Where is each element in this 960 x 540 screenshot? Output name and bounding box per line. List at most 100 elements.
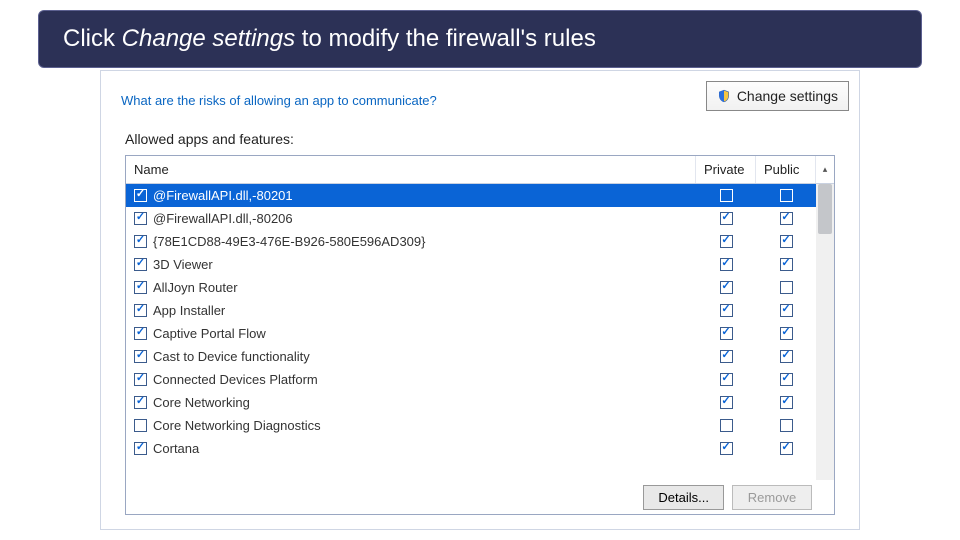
private-checkbox[interactable]	[720, 373, 733, 386]
row-name-cell: Core Networking Diagnostics	[126, 418, 696, 433]
public-checkbox[interactable]	[780, 396, 793, 409]
scrollbar-thumb[interactable]	[818, 184, 832, 234]
row-public-cell	[756, 235, 816, 248]
table-row[interactable]: @FirewallAPI.dll,-80201	[126, 184, 834, 207]
row-name-cell: Connected Devices Platform	[126, 372, 696, 387]
table-row[interactable]: 3D Viewer	[126, 253, 834, 276]
enable-checkbox[interactable]	[134, 212, 147, 225]
row-app-name: Core Networking	[153, 395, 250, 410]
row-app-name: @FirewallAPI.dll,-80201	[153, 188, 293, 203]
list-label: Allowed apps and features:	[125, 131, 294, 147]
public-checkbox[interactable]	[780, 258, 793, 271]
list-scrollbar[interactable]	[816, 184, 834, 480]
row-name-cell: Core Networking	[126, 395, 696, 410]
row-name-cell: App Installer	[126, 303, 696, 318]
table-row[interactable]: AllJoyn Router	[126, 276, 834, 299]
enable-checkbox[interactable]	[134, 189, 147, 202]
callout-suffix: to modify the firewall's rules	[295, 25, 596, 52]
column-name[interactable]: Name	[126, 156, 696, 183]
public-checkbox[interactable]	[780, 373, 793, 386]
enable-checkbox[interactable]	[134, 419, 147, 432]
table-row[interactable]: Cortana	[126, 437, 834, 460]
table-row[interactable]: Connected Devices Platform	[126, 368, 834, 391]
change-settings-label: Change settings	[737, 88, 838, 104]
callout-prefix: Click	[63, 25, 122, 52]
row-public-cell	[756, 396, 816, 409]
list-body: @FirewallAPI.dll,-80201 @FirewallAPI.dll,…	[126, 184, 834, 480]
enable-checkbox[interactable]	[134, 304, 147, 317]
table-row[interactable]: Core Networking	[126, 391, 834, 414]
row-public-cell	[756, 304, 816, 317]
risks-link[interactable]: What are the risks of allowing an app to…	[121, 93, 437, 108]
column-public[interactable]: Public	[756, 156, 816, 183]
row-app-name: Cortana	[153, 441, 199, 456]
row-app-name: @FirewallAPI.dll,-80206	[153, 211, 293, 226]
private-checkbox[interactable]	[720, 212, 733, 225]
enable-checkbox[interactable]	[134, 281, 147, 294]
table-row[interactable]: Captive Portal Flow	[126, 322, 834, 345]
row-private-cell	[696, 442, 756, 455]
enable-checkbox[interactable]	[134, 235, 147, 248]
change-settings-button[interactable]: Change settings	[706, 81, 849, 111]
row-private-cell	[696, 396, 756, 409]
public-checkbox[interactable]	[780, 350, 793, 363]
enable-checkbox[interactable]	[134, 327, 147, 340]
row-public-cell	[756, 327, 816, 340]
row-app-name: Captive Portal Flow	[153, 326, 266, 341]
private-checkbox[interactable]	[720, 350, 733, 363]
public-checkbox[interactable]	[780, 442, 793, 455]
public-checkbox[interactable]	[780, 189, 793, 202]
row-private-cell	[696, 281, 756, 294]
public-checkbox[interactable]	[780, 419, 793, 432]
row-app-name: AllJoyn Router	[153, 280, 238, 295]
enable-checkbox[interactable]	[134, 258, 147, 271]
row-public-cell	[756, 189, 816, 202]
enable-checkbox[interactable]	[134, 396, 147, 409]
row-private-cell	[696, 327, 756, 340]
public-checkbox[interactable]	[780, 212, 793, 225]
table-row[interactable]: Core Networking Diagnostics	[126, 414, 834, 437]
enable-checkbox[interactable]	[134, 350, 147, 363]
row-private-cell	[696, 373, 756, 386]
row-app-name: {78E1CD88-49E3-476E-B926-580E596AD309}	[153, 234, 425, 249]
row-public-cell	[756, 212, 816, 225]
details-button[interactable]: Details...	[643, 485, 724, 510]
private-checkbox[interactable]	[720, 396, 733, 409]
private-checkbox[interactable]	[720, 327, 733, 340]
instruction-callout: Click Change settings to modify the fire…	[38, 10, 922, 68]
table-row[interactable]: {78E1CD88-49E3-476E-B926-580E596AD309}	[126, 230, 834, 253]
private-checkbox[interactable]	[720, 189, 733, 202]
row-private-cell	[696, 235, 756, 248]
public-checkbox[interactable]	[780, 235, 793, 248]
private-checkbox[interactable]	[720, 258, 733, 271]
column-private[interactable]: Private	[696, 156, 756, 183]
list-footer: Details... Remove	[643, 485, 812, 510]
private-checkbox[interactable]	[720, 235, 733, 248]
row-private-cell	[696, 189, 756, 202]
private-checkbox[interactable]	[720, 442, 733, 455]
header-scroll-up[interactable]: ▴	[816, 156, 834, 183]
enable-checkbox[interactable]	[134, 373, 147, 386]
row-private-cell	[696, 258, 756, 271]
table-row[interactable]: Cast to Device functionality	[126, 345, 834, 368]
private-checkbox[interactable]	[720, 281, 733, 294]
enable-checkbox[interactable]	[134, 442, 147, 455]
private-checkbox[interactable]	[720, 419, 733, 432]
row-public-cell	[756, 419, 816, 432]
table-row[interactable]: App Installer	[126, 299, 834, 322]
row-app-name: 3D Viewer	[153, 257, 213, 272]
row-name-cell: @FirewallAPI.dll,-80206	[126, 211, 696, 226]
shield-icon	[717, 89, 731, 103]
table-row[interactable]: @FirewallAPI.dll,-80206	[126, 207, 834, 230]
public-checkbox[interactable]	[780, 304, 793, 317]
public-checkbox[interactable]	[780, 281, 793, 294]
callout-emphasis: Change settings	[122, 25, 295, 52]
allowed-apps-list: Name Private Public ▴ @FirewallAPI.dll,-…	[125, 155, 835, 515]
list-header: Name Private Public ▴	[126, 156, 834, 184]
private-checkbox[interactable]	[720, 304, 733, 317]
row-public-cell	[756, 442, 816, 455]
public-checkbox[interactable]	[780, 327, 793, 340]
row-app-name: Connected Devices Platform	[153, 372, 318, 387]
row-public-cell	[756, 350, 816, 363]
row-public-cell	[756, 373, 816, 386]
